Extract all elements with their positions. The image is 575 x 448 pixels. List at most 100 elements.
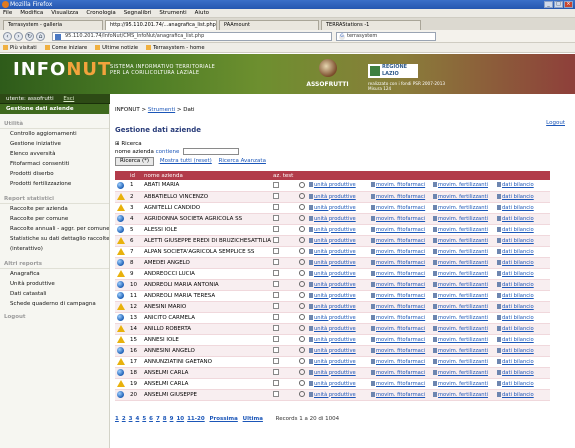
bookmark-item[interactable]: Ultime notizie [95,43,138,52]
dati-bilancio-link[interactable]: dati bilancio [497,182,534,188]
movim-fertilizzanti-link[interactable]: movim. fertilizzanti [433,182,488,188]
test-checkbox[interactable] [273,248,279,255]
dati-bilancio-link[interactable]: dati bilancio [497,293,534,299]
test-checkbox[interactable] [273,281,279,288]
dati-bilancio-link[interactable]: dati bilancio [497,337,534,343]
row-company-name[interactable]: ANSELMI CARLA [142,378,271,390]
test-checkbox[interactable] [273,204,279,211]
test-checkbox[interactable] [273,259,279,266]
row-company-name[interactable]: ANDREOCCI LUCIA [142,268,271,280]
movim-fitofarmaci-link[interactable]: movim. fitofarmaci [371,249,425,255]
row-company-name[interactable]: ANDREOLI MARIA ANTONIA [142,279,271,291]
next-page-link[interactable]: Prossima [209,416,237,422]
page-link[interactable]: 9 [170,416,174,422]
movim-fertilizzanti-link[interactable]: movim. fertilizzanti [433,337,488,343]
page-link[interactable]: 7 [156,416,160,422]
unita-produttive-link[interactable]: unità produttive [309,293,356,299]
unita-produttive-link[interactable]: unità produttive [309,304,356,310]
row-company-name[interactable]: AGRIDONNA SOCIETA AGRICOLA SS [142,213,271,225]
table-row[interactable]: 3 AGNITELLI CANDIDO unità produttive movim.… [115,202,550,214]
magnifier-icon[interactable] [299,358,305,365]
movim-fertilizzanti-link[interactable]: movim. fertilizzanti [433,293,488,299]
tab-paamount[interactable]: PAAmount [219,20,319,30]
unita-produttive-link[interactable]: unità produttive [309,194,356,200]
dati-bilancio-link[interactable]: dati bilancio [497,348,534,354]
magnifier-icon[interactable] [299,380,305,387]
row-company-name[interactable]: ANICITO CARMELA [142,312,271,324]
unita-produttive-link[interactable]: unità produttive [309,182,356,188]
sidebar-item-fitofarmaci[interactable]: Fitofarmaci consentiti [0,159,109,169]
movim-fertilizzanti-link[interactable]: movim. fertilizzanti [433,216,488,222]
movim-fertilizzanti-link[interactable]: movim. fertilizzanti [433,282,488,288]
movim-fertilizzanti-link[interactable]: movim. fertilizzanti [433,392,488,398]
unita-produttive-link[interactable]: unità produttive [309,238,356,244]
movim-fitofarmaci-link[interactable]: movim. fitofarmaci [371,304,425,310]
table-row[interactable]: 4 AGRIDONNA SOCIETA AGRICOLA SS unità prod… [115,213,550,225]
row-company-name[interactable]: AMEDEI ANGELO [142,257,271,269]
movim-fitofarmaci-link[interactable]: movim. fitofarmaci [371,315,425,321]
row-company-name[interactable]: ANSELMI GIUSEPPE [142,389,271,401]
sidebar-item-prodotti-fertilizzazione[interactable]: Prodotti fertilizzazione [0,179,109,189]
page-link[interactable]: 1 [115,416,119,422]
row-company-name[interactable]: ANNESI IOLE [142,334,271,346]
unita-produttive-link[interactable]: unità produttive [309,205,356,211]
column-header-id[interactable]: id [128,171,142,180]
magnifier-icon[interactable] [299,336,305,343]
movim-fitofarmaci-link[interactable]: movim. fitofarmaci [371,293,425,299]
table-row[interactable]: 14 ANILLO ROBERTA unità produttive movim. f… [115,323,550,335]
menu-cronologia[interactable]: Cronologia [86,9,115,17]
table-row[interactable]: 16 ANNESINI ANGELO unità produttive movim. … [115,345,550,357]
table-row[interactable]: 1 ABATI MARIA unità produttive movim. fitof… [115,180,550,192]
table-row[interactable]: 12 ANESINI MARIO unità produttive movim. fi… [115,301,550,313]
magnifier-icon[interactable] [299,292,305,299]
test-checkbox[interactable] [273,182,279,188]
sidebar-item-raccolte-azienda[interactable]: Raccolte per azienda [0,204,109,214]
sidebar-logout[interactable]: Logout [0,313,109,322]
table-row[interactable]: 18 ANSELMI CARLA unità produttive movim. fi… [115,367,550,379]
magnifier-icon[interactable] [299,259,305,266]
menu-file[interactable]: File [3,9,12,17]
sidebar-item-anagrafica[interactable]: Anagrafica [0,269,109,279]
magnifier-icon[interactable] [299,193,305,200]
menu-segnalibri[interactable]: Segnalibri [124,9,152,17]
movim-fertilizzanti-link[interactable]: movim. fertilizzanti [433,238,488,244]
dati-bilancio-link[interactable]: dati bilancio [497,315,534,321]
sidebar-item-gestione-dati-aziende[interactable]: Gestione dati aziende [0,104,109,114]
dati-bilancio-link[interactable]: dati bilancio [497,216,534,222]
unita-produttive-link[interactable]: unità produttive [309,359,356,365]
sidebar-item-interattivo[interactable]: (interattivo) [0,244,109,254]
sidebar-item-dati-catastali[interactable]: Dati catastali [0,289,109,299]
page-link[interactable]: 3 [129,416,133,422]
breadcrumb-strumenti[interactable]: Strumenti [148,107,175,113]
test-checkbox[interactable] [273,325,279,332]
tab-terrastations[interactable]: TERRAStations -1 [321,20,421,30]
esci-link[interactable]: Esci [63,96,74,102]
movim-fertilizzanti-link[interactable]: movim. fertilizzanti [433,359,488,365]
movim-fitofarmaci-link[interactable]: movim. fitofarmaci [371,326,425,332]
magnifier-icon[interactable] [299,270,305,277]
test-checkbox[interactable] [273,303,279,310]
magnifier-icon[interactable] [299,182,305,188]
page-link[interactable]: 8 [163,416,167,422]
unita-produttive-link[interactable]: unità produttive [309,370,356,376]
url-field[interactable]: 95.110.201.74/InfoNut/CMS_InfoNut/anagra… [52,32,332,41]
sidebar-item-schede-quaderno[interactable]: Schede quaderno di campagna [0,299,109,309]
column-header-test[interactable]: az. test [271,171,297,180]
menu-aiuto[interactable]: Aiuto [195,9,209,17]
table-row[interactable]: 15 ANNESI IOLE unità produttive movim. fito… [115,334,550,346]
tab-anagrafica[interactable]: http://95.110.201.74/...anagrafica_list.… [105,20,217,30]
row-company-name[interactable]: ALPAN SOCIETA'AGRICOLA SEMPLICE SS [142,246,271,258]
sidebar-item-unita-produttive[interactable]: Unità produttive [0,279,109,289]
movim-fertilizzanti-link[interactable]: movim. fertilizzanti [433,260,488,266]
unita-produttive-link[interactable]: unità produttive [309,249,356,255]
table-row[interactable]: 7 ALPAN SOCIETA'AGRICOLA SEMPLICE SS unità… [115,246,550,258]
forward-icon[interactable]: › [14,32,23,41]
row-company-name[interactable]: ABBATIELLO VINCENZO [142,191,271,203]
table-row[interactable]: 11 ANDREOLI MARIA TERESA unità produttive m… [115,290,550,302]
movim-fitofarmaci-link[interactable]: movim. fitofarmaci [371,227,425,233]
magnifier-icon[interactable] [299,314,305,321]
movim-fitofarmaci-link[interactable]: movim. fitofarmaci [371,381,425,387]
test-checkbox[interactable] [273,215,279,222]
menu-visualizza[interactable]: Visualizza [51,9,78,17]
sidebar-item-elenco-avversita[interactable]: Elenco avversità [0,149,109,159]
